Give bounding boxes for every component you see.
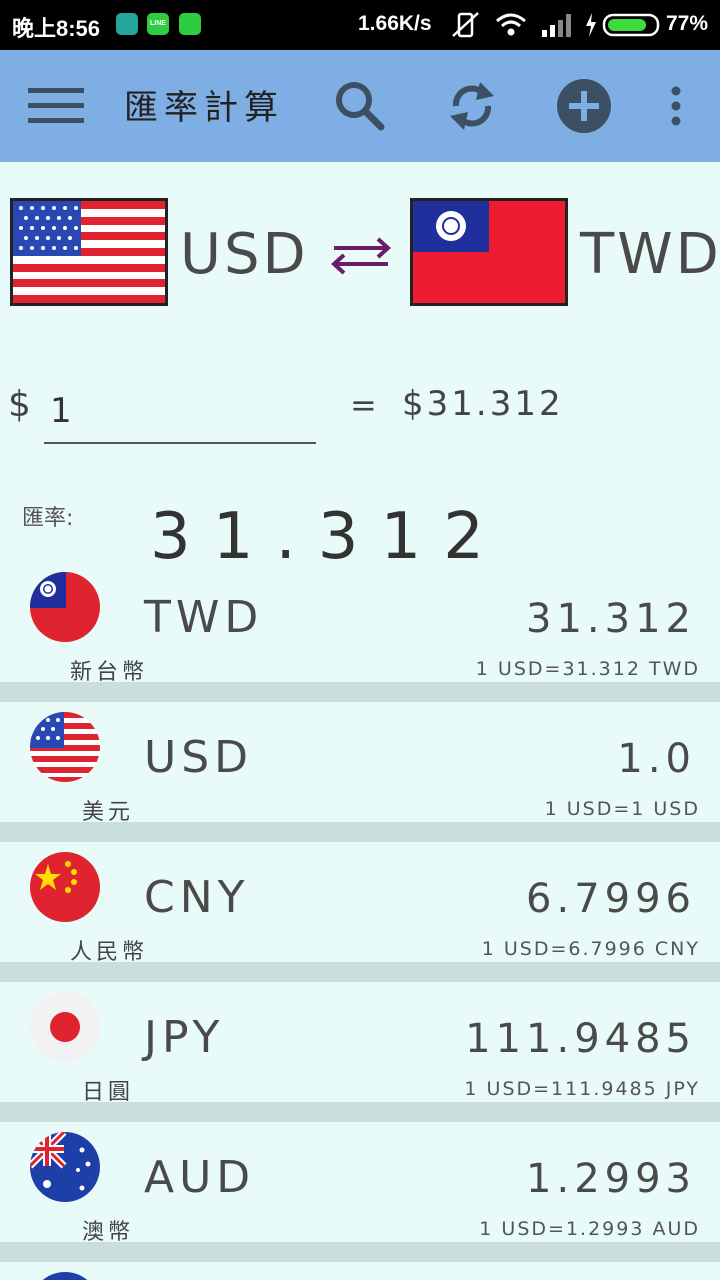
currency-conversion: 1 USD=31.312 TWD [475,658,700,680]
converted-result: $31.312 [402,384,564,424]
from-currency-code[interactable]: USD [180,222,309,287]
currency-value: 111.9485 [465,1016,696,1062]
amount-input[interactable] [44,380,316,444]
currency-row-twd[interactable]: TWD 新台幣 31.312 1 USD=31.312 TWD [0,562,720,685]
line-app-icon: LINE [147,13,169,35]
us-flag-icon [30,712,100,782]
taiwan-flag-icon [413,201,565,303]
menu-icon[interactable] [28,86,84,126]
signal-icon [542,14,571,37]
currency-value: 1.0 [617,736,696,782]
to-currency-flag[interactable] [410,198,568,306]
battery-icon [586,13,660,37]
app-bar: 匯率計算 [0,50,720,162]
currency-conversion: 1 USD=1 USD [544,798,700,820]
currency-name: 人民幣 [70,940,149,965]
currency-name: 日圓 [82,1080,135,1105]
status-time: 晚上8:56 [12,16,101,41]
from-currency-flag[interactable] [10,198,168,306]
currency-value: 6.7996 [526,876,696,922]
network-speed: 1.66K/s [358,12,432,35]
search-icon[interactable] [334,80,386,132]
taiwan-flag-icon [30,572,100,642]
more-icon[interactable] [668,86,684,126]
china-flag-icon [30,852,100,922]
australia-flag-icon [30,1132,100,1202]
to-currency-code[interactable]: TWD [580,222,720,287]
status-bar: 晚上8:56 LINE 1.66K/s 77% [0,0,720,50]
add-icon[interactable] [556,78,612,134]
currency-row-jpy[interactable]: JPY 日圓 111.9485 1 USD=111.9485 JPY [0,982,720,1105]
currency-list: TWD 新台幣 31.312 1 USD=31.312 TWD USD 美元 1… [0,562,720,1280]
currency-row-usd[interactable]: USD 美元 1.0 1 USD=1 USD [0,702,720,825]
currency-row-aud[interactable]: AUD 澳幣 1.2993 1 USD=1.2993 AUD [0,1122,720,1245]
vibrate-off-icon [452,12,479,38]
shield-app-icon [116,13,138,35]
japan-flag-icon [30,992,100,1062]
equals-sign: = [350,386,377,424]
swap-arrows-icon[interactable] [328,236,394,276]
currency-name: 美元 [82,800,135,825]
currency-name: 新台幣 [70,660,149,685]
currency-code: USD [144,732,254,783]
app-title: 匯率計算 [124,88,284,128]
wifi-icon [496,13,526,36]
currency-code: CNY [144,872,250,923]
dollar-sign: $ [8,384,31,425]
currency-row-partial[interactable] [0,1262,720,1280]
currency-code: JPY [144,1012,225,1063]
currency-value: 1.2993 [526,1156,696,1202]
currency-row-cny[interactable]: CNY 人民幣 6.7996 1 USD=6.7996 CNY [0,842,720,965]
currency-name: 澳幣 [82,1220,135,1245]
currency-conversion: 1 USD=6.7996 CNY [481,938,700,960]
rate-label: 匯率: [22,506,74,531]
refresh-icon[interactable] [446,78,498,134]
us-flag-icon [13,201,165,303]
battery-percent: 77% [666,12,709,35]
currency-value: 31.312 [526,596,696,642]
cat-app-icon [179,13,201,35]
currency-code: TWD [144,592,264,643]
currency-conversion: 1 USD=111.9485 JPY [464,1078,700,1100]
currency-conversion: 1 USD=1.2993 AUD [479,1218,700,1240]
currency-code: AUD [144,1152,256,1203]
flag-icon [30,1272,100,1280]
